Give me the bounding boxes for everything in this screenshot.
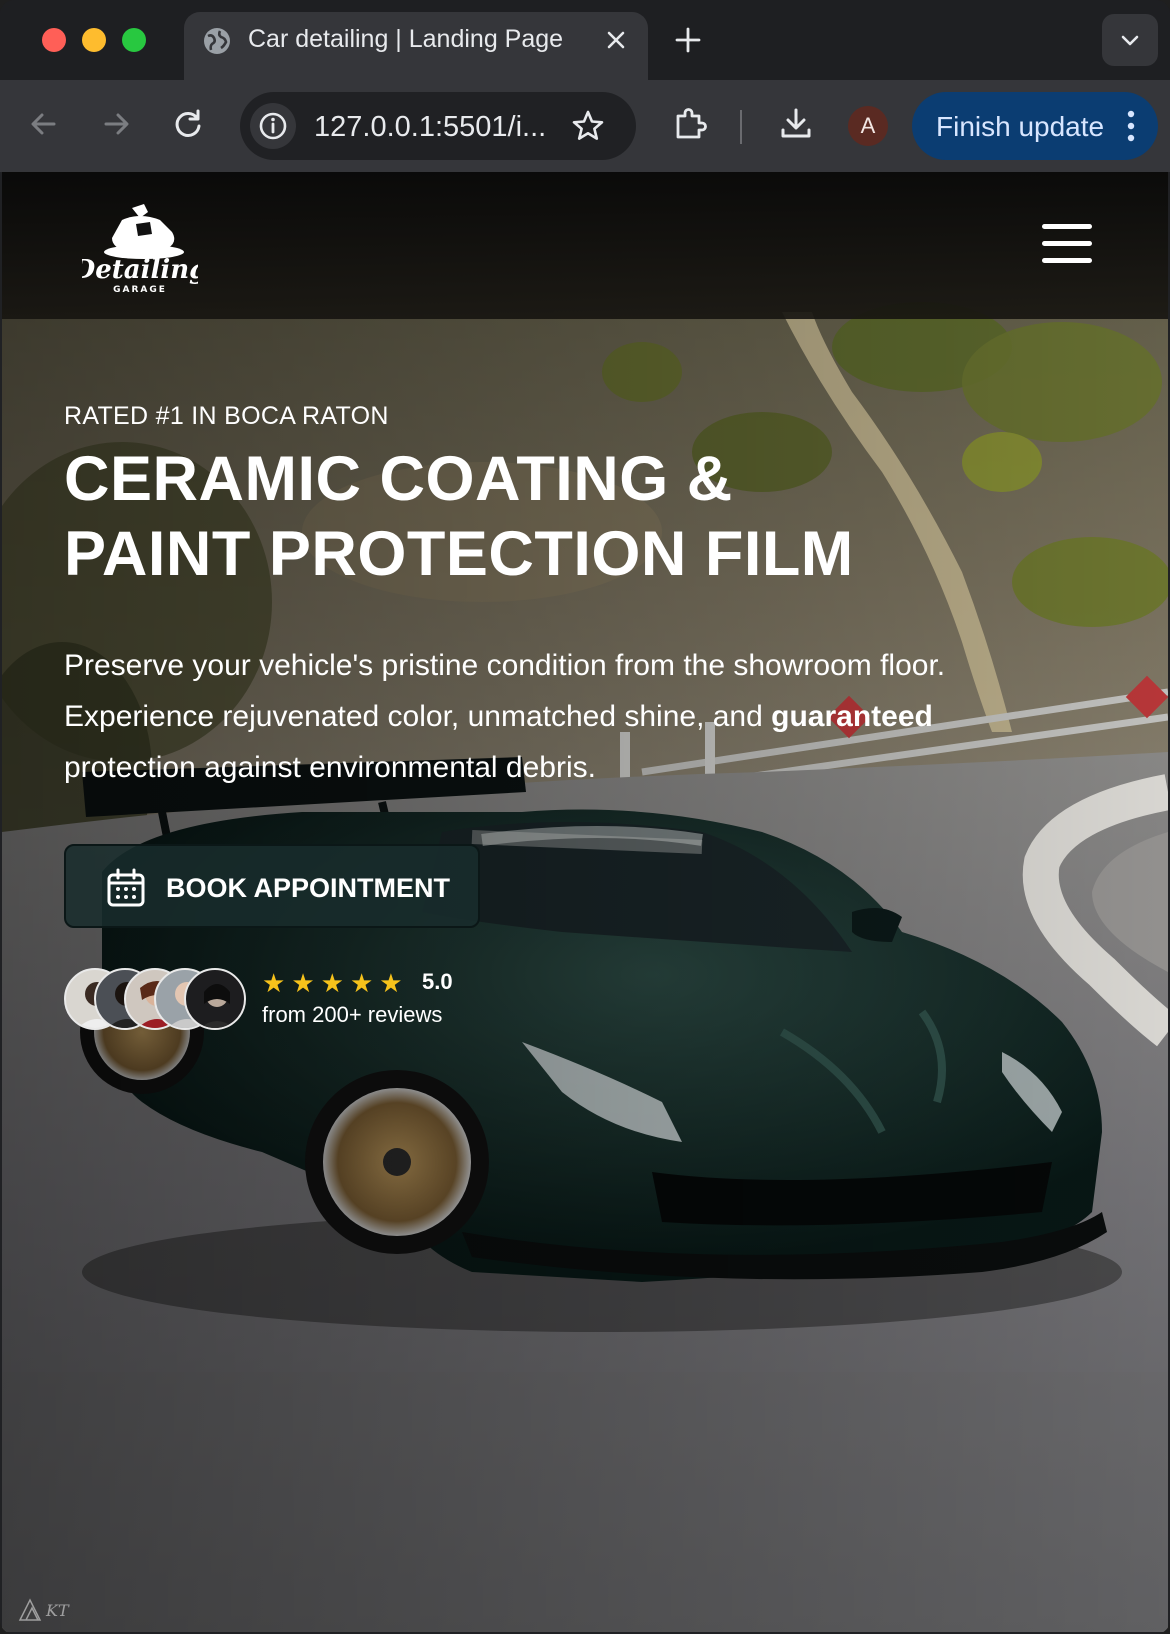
- info-icon: [259, 112, 287, 140]
- rating-value: 5.0: [422, 969, 453, 994]
- url-text: 127.0.0.1:5501/i...: [314, 111, 547, 143]
- book-appointment-button[interactable]: BOOK APPOINTMENT: [64, 844, 480, 928]
- svg-text:KT: KT: [45, 1601, 70, 1620]
- detailing-garage-logo[interactable]: Detailing GARAGE: [82, 202, 198, 294]
- reviewer-avatars: [64, 968, 254, 1030]
- browser-toolbar: 127.0.0.1:5501/i... A Finish update: [0, 80, 1170, 172]
- more-vert-icon: [1127, 110, 1135, 142]
- hamburger-line: [1042, 224, 1092, 229]
- calendar-icon: [107, 868, 145, 907]
- toolbar-divider: [740, 110, 742, 144]
- globe-icon: [204, 28, 230, 54]
- book-appointment-label: BOOK APPOINTMENT: [166, 873, 451, 903]
- star-icon: ★: [320, 968, 344, 998]
- site-navbar: Detailing GARAGE: [2, 172, 1168, 319]
- tab-search-button[interactable]: [1102, 14, 1158, 66]
- logo-wordmark: Detailing: [82, 255, 198, 285]
- chevron-down-icon: [1121, 35, 1139, 46]
- tab-active[interactable]: Car detailing | Landing Page: [184, 12, 648, 80]
- reviews-count: from 200+ reviews: [262, 1002, 443, 1027]
- star-icon: ★: [262, 968, 286, 998]
- logo-subtitle: GARAGE: [113, 285, 167, 294]
- hamburger-line: [1042, 258, 1092, 263]
- hero-eyebrow: RATED #1 IN BOCA RATON: [64, 402, 389, 430]
- star-icon[interactable]: [570, 108, 606, 144]
- hamburger-line: [1042, 241, 1092, 246]
- reviewer-avatar: [184, 968, 246, 1030]
- browser-window: Car detailing | Landing Page 127.0.0.1:5…: [0, 0, 1170, 1634]
- photo-watermark: KT: [18, 1598, 70, 1621]
- finish-update-label: Finish update: [936, 111, 1105, 142]
- page-viewport: Detailing GARAGE RATED #1 IN BOCA RATON …: [2, 172, 1168, 1632]
- new-tab-icon[interactable]: [672, 24, 704, 56]
- hero-lead: Preserve your vehicle's pristine conditi…: [64, 640, 1044, 793]
- site-info-button[interactable]: [250, 103, 296, 149]
- reload-icon[interactable]: [168, 104, 208, 144]
- arrow-right-icon[interactable]: [96, 104, 136, 144]
- rating-stars: ★ ★ ★ ★ ★: [262, 968, 409, 998]
- hero-lead-emphasis: guaranteed: [771, 700, 933, 733]
- star-icon: ★: [291, 968, 315, 998]
- tab-strip: Car detailing | Landing Page: [0, 0, 1170, 80]
- profile-avatar[interactable]: A: [848, 106, 888, 146]
- hamburger-icon[interactable]: [1042, 224, 1092, 264]
- star-icon: ★: [349, 968, 374, 998]
- close-window-button[interactable]: [42, 28, 66, 52]
- download-icon[interactable]: [776, 104, 816, 144]
- finish-update-button[interactable]: Finish update: [912, 92, 1158, 160]
- hero-lead-text-end: protection against environmental debris.: [64, 751, 596, 784]
- maximize-window-button[interactable]: [122, 28, 146, 52]
- close-tab-icon[interactable]: [602, 26, 630, 54]
- hero-headline: CERAMIC COATING & PAINT PROTECTION FILM: [64, 444, 854, 589]
- address-bar[interactable]: 127.0.0.1:5501/i...: [240, 92, 636, 160]
- arrow-left-icon[interactable]: [24, 104, 64, 144]
- tab-title: Car detailing | Landing Page: [248, 25, 564, 53]
- puzzle-icon[interactable]: [670, 104, 710, 144]
- star-icon: ★: [379, 968, 403, 998]
- minimize-window-button[interactable]: [82, 28, 106, 52]
